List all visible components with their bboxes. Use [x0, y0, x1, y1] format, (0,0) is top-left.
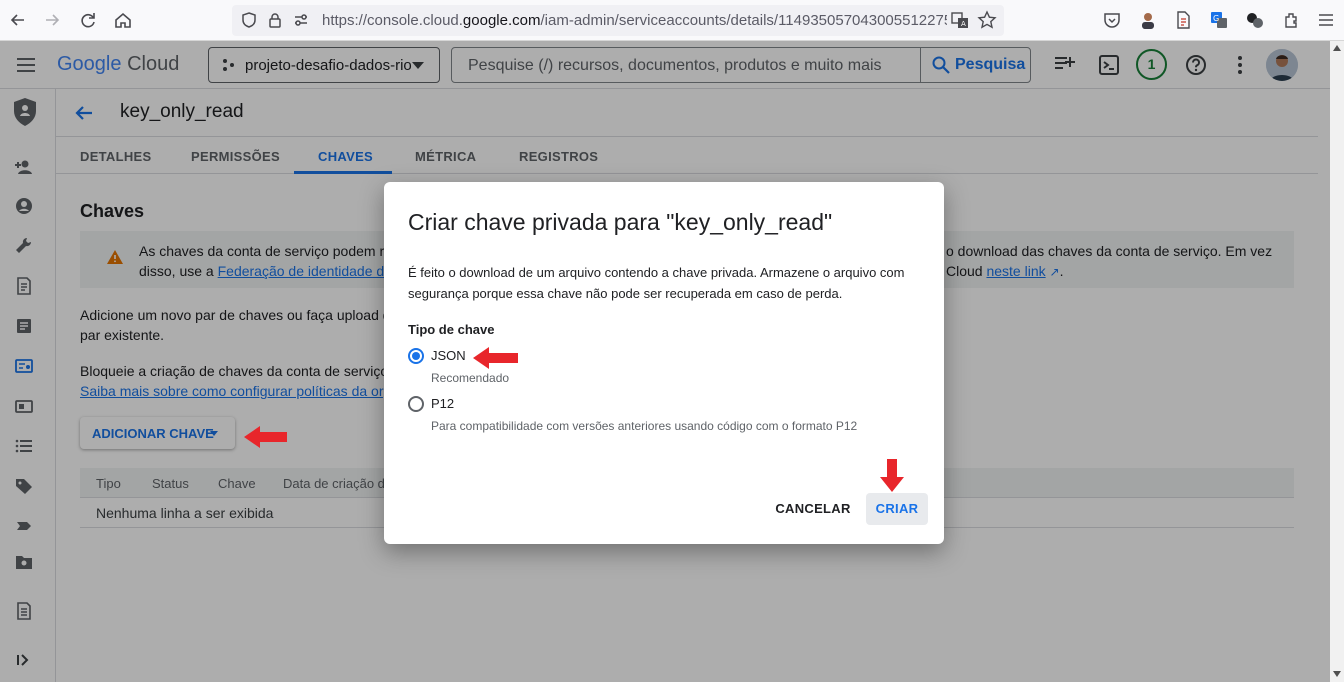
url-text: https://console.cloud.google.com/iam-adm… [322, 12, 947, 29]
create-private-key-dialog: Criar chave privada para "key_only_read"… [384, 182, 944, 544]
translate-extension-icon[interactable]: G [1209, 10, 1229, 30]
dialog-title: Criar chave privada para "key_only_read" [408, 209, 833, 235]
star-icon[interactable] [977, 10, 997, 30]
scroll-up-icon[interactable] [1333, 45, 1341, 51]
browser-toolbar: https://console.cloud.google.com/iam-adm… [0, 0, 1344, 41]
cancel-button[interactable]: CANCELAR [768, 493, 858, 525]
svg-text:A: A [961, 20, 966, 28]
radio-json-label[interactable]: JSON [431, 348, 466, 363]
reload-icon[interactable] [78, 10, 98, 30]
radio-p12-sub: Para compatibilidade com versões anterio… [431, 419, 858, 433]
scroll-down-icon[interactable] [1333, 671, 1341, 677]
translate-icon[interactable]: A [950, 10, 970, 30]
annotation-arrow-create [879, 459, 905, 493]
lock-icon[interactable] [266, 11, 286, 31]
annotation-arrow-add-key [244, 425, 288, 449]
radio-json[interactable] [408, 348, 424, 364]
svg-text:G: G [1213, 14, 1219, 23]
menu-icon[interactable] [1316, 10, 1336, 30]
shield-icon[interactable] [240, 11, 260, 31]
extension-circles-icon[interactable] [1245, 10, 1265, 30]
annotation-arrow-json [473, 346, 519, 370]
page-scrollbar[interactable] [1330, 41, 1344, 682]
extensions-icon[interactable] [1282, 10, 1302, 30]
radio-json-sub: Recomendado [431, 371, 510, 385]
create-button[interactable]: CRIAR [866, 493, 928, 525]
back-icon[interactable] [8, 10, 28, 30]
key-type-label: Tipo de chave [408, 322, 495, 337]
address-bar[interactable]: https://console.cloud.google.com/iam-adm… [232, 5, 1004, 36]
forward-icon[interactable] [42, 10, 62, 30]
extension-avatar-icon[interactable] [1138, 10, 1158, 30]
home-icon[interactable] [113, 10, 133, 30]
radio-p12-label[interactable]: P12 [431, 396, 454, 411]
document-extension-icon[interactable] [1173, 10, 1193, 30]
pocket-icon[interactable] [1102, 10, 1122, 30]
radio-p12[interactable] [408, 396, 424, 412]
dialog-description: É feito o download de um arquivo contend… [408, 265, 905, 301]
permissions-icon[interactable] [292, 11, 312, 31]
